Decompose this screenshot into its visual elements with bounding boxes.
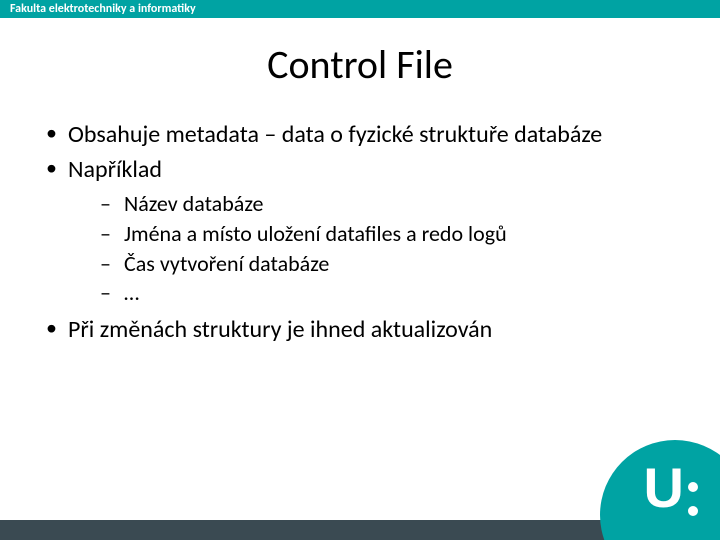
bullet-text: Například — [68, 155, 162, 184]
bullet-item: Při změnách struktury je ihned aktualizo… — [40, 314, 680, 345]
bullet-text: Obsahuje metadata – data o fyzické struk… — [68, 120, 602, 149]
bullet-list: Obsahuje metadata – data o fyzické struk… — [40, 119, 680, 345]
slide-content: Obsahuje metadata – data o fyzické struk… — [0, 119, 720, 345]
sub-text: … — [124, 279, 139, 306]
bullet-text: Při změnách struktury je ihned aktualizo… — [68, 315, 492, 344]
university-logo: U — [600, 430, 720, 540]
bullet-item: Obsahuje metadata – data o fyzické struk… — [40, 119, 680, 150]
header-bar: Fakulta elektrotechniky a informatiky — [0, 0, 720, 20]
sub-text: Název databáze — [124, 190, 263, 217]
slide-title: Control File — [0, 40, 720, 89]
bullet-item: Například Název databáze Jména a místo u… — [40, 154, 680, 308]
sub-item: Jména a místo uložení datafiles a redo l… — [100, 219, 680, 249]
sub-list: Název databáze Jména a místo uložení dat… — [68, 189, 680, 308]
sub-item: Název databáze — [100, 189, 680, 219]
logo-letter: U — [644, 455, 684, 520]
logo-dot-icon — [688, 482, 698, 492]
faculty-name: Fakulta elektrotechniky a informatiky — [10, 2, 196, 16]
sub-item: Čas vytvoření databáze — [100, 249, 680, 279]
sub-text: Čas vytvoření databáze — [124, 250, 329, 277]
sub-item: … — [100, 278, 680, 308]
sub-text: Jména a místo uložení datafiles a redo l… — [124, 220, 507, 247]
logo-dot-icon — [688, 506, 698, 516]
